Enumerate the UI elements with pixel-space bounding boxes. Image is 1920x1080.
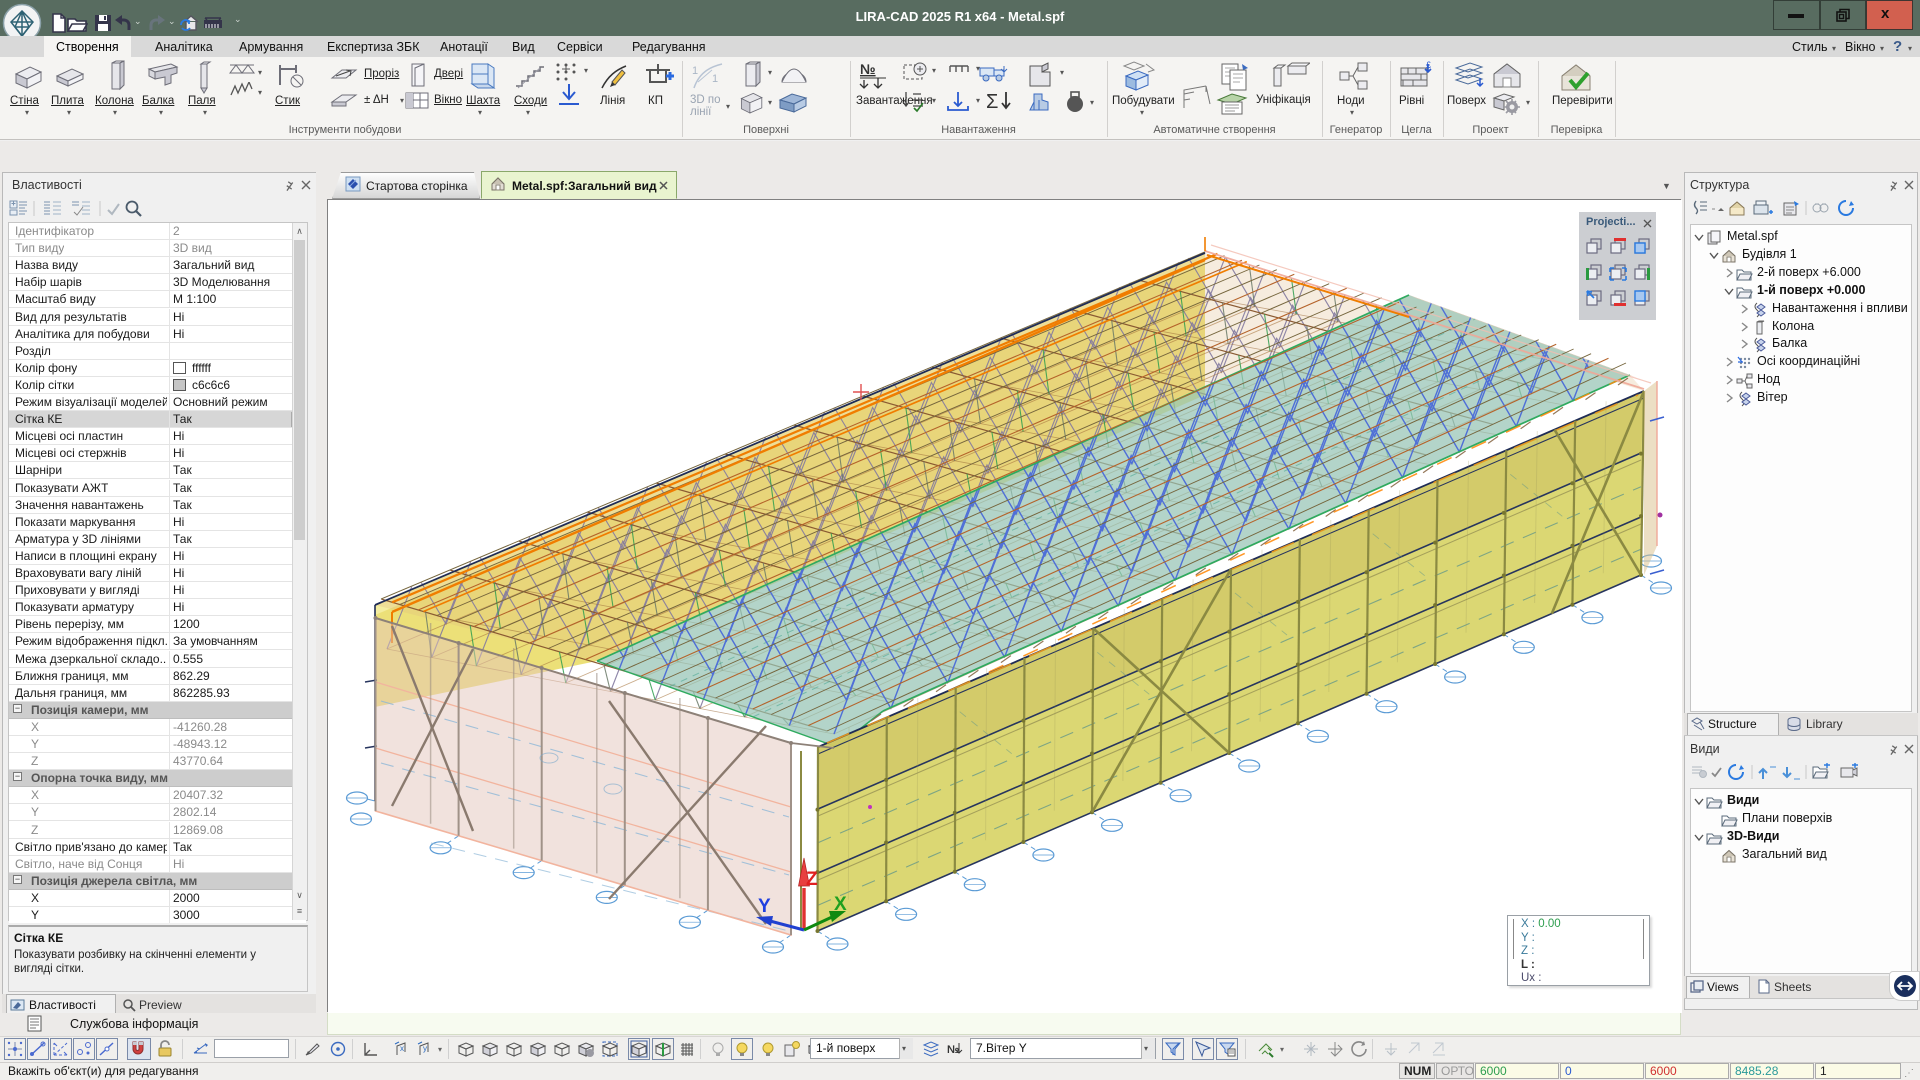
svg-text:№: №	[860, 61, 876, 77]
svg-text:№: №	[947, 1044, 959, 1056]
svg-text:1: 1	[692, 65, 698, 77]
svg-text:y: y	[423, 1044, 427, 1053]
svg-text:Y: Y	[758, 896, 771, 917]
svg-text:₤: ₤	[1426, 60, 1431, 70]
svg-text:x: x	[400, 1044, 404, 1053]
svg-text:Z: Z	[806, 869, 818, 890]
svg-text:Σ: Σ	[986, 91, 998, 113]
svg-text:X: X	[834, 894, 847, 915]
svg-text:1: 1	[712, 73, 718, 85]
